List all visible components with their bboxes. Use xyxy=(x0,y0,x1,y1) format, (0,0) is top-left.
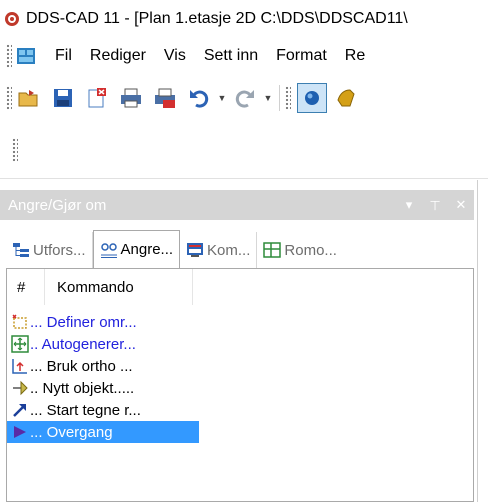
list-item-text: ... Definer omr... xyxy=(30,313,137,331)
tab-label: Romo... xyxy=(284,241,337,259)
menu-sett-inn[interactable]: Sett inn xyxy=(195,47,267,65)
open-button[interactable] xyxy=(14,83,44,113)
hand-button[interactable] xyxy=(331,83,361,113)
list-item-text: ... Bruk ortho ... xyxy=(30,357,133,375)
tab-label: Angre... xyxy=(120,241,174,258)
hand-icon xyxy=(337,89,355,107)
window-title: DDS-CAD 11 - [Plan 1.etasje 2D C:\DDS\DD… xyxy=(26,10,408,27)
pane-header: Angre/Gjør om ▾ ⊥ ✕ xyxy=(0,190,474,220)
undo-list-icon xyxy=(100,242,117,258)
start-draw-icon xyxy=(13,404,26,417)
toolbar-separator xyxy=(279,85,280,111)
tab-angre[interactable]: Angre... xyxy=(92,230,181,268)
print-icon xyxy=(121,88,141,108)
new-icon xyxy=(88,88,106,108)
list-item-text: .. Nytt objekt..... xyxy=(30,379,135,397)
explorer-icon xyxy=(13,243,29,257)
menu-fil[interactable]: Fil xyxy=(46,47,81,65)
pdf-icon xyxy=(155,88,175,108)
menu-format[interactable]: Format xyxy=(267,47,336,65)
app-logo-icon xyxy=(5,12,19,26)
list-item[interactable]: ... Bruk ortho ... xyxy=(7,355,473,377)
pdf-button[interactable] xyxy=(150,83,180,113)
tab-kommando[interactable]: Kom... xyxy=(180,232,258,268)
menu-bar: Fil Rediger Vis Sett inn Format Re xyxy=(0,38,488,74)
list-item-text: ... Start tegne r... xyxy=(30,401,141,419)
main-toolbar: ▼ ▼ xyxy=(0,74,488,122)
view-icon xyxy=(305,91,319,105)
new-object-icon xyxy=(13,380,28,396)
ortho-icon xyxy=(12,359,27,374)
undo-icon xyxy=(190,90,209,108)
pane-tabs: Utfors... Angre... Kom... Romo... xyxy=(0,228,474,268)
print-button[interactable] xyxy=(116,83,146,113)
document-system-icon[interactable] xyxy=(16,46,36,66)
open-icon xyxy=(18,90,38,107)
redo-dropdown-icon[interactable]: ▼ xyxy=(262,83,274,113)
column-header-hash[interactable]: # xyxy=(7,269,45,305)
tab-romoversikt[interactable]: Romo... xyxy=(257,232,343,268)
command-rows: ... Definer omr... .. Autogenerer... ...… xyxy=(7,311,473,443)
list-item[interactable]: ... Definer omr... xyxy=(7,311,473,333)
redo-icon xyxy=(235,90,254,108)
save-button[interactable] xyxy=(48,83,78,113)
pane-options-icon[interactable]: ▾ xyxy=(396,197,422,213)
pin-icon[interactable]: ⊥ xyxy=(422,197,448,213)
undo-button[interactable] xyxy=(184,83,214,113)
secondary-toolbar xyxy=(0,128,488,172)
autogenerate-icon xyxy=(11,335,29,353)
toolbar2-grip[interactable] xyxy=(12,138,18,162)
redo-button[interactable] xyxy=(230,83,260,113)
menu-re[interactable]: Re xyxy=(336,47,374,65)
list-item-text: ... Overgang xyxy=(30,423,113,441)
undo-dropdown-icon[interactable]: ▼ xyxy=(216,83,228,113)
room-icon xyxy=(263,242,282,258)
list-header: # Kommando xyxy=(7,269,473,305)
define-area-icon xyxy=(12,314,27,329)
menu-vis[interactable]: Vis xyxy=(155,47,195,65)
close-icon[interactable]: ✕ xyxy=(448,197,474,213)
new-button[interactable] xyxy=(82,83,112,113)
app-window: DDS-CAD 11 - [Plan 1.etasje 2D C:\DDS\DD… xyxy=(0,0,488,502)
list-item[interactable]: .. Nytt objekt..... xyxy=(7,377,473,399)
list-item[interactable]: ... Start tegne r... xyxy=(7,399,473,421)
list-item[interactable]: .. Autogenerer... xyxy=(7,333,473,355)
command-list: # Kommando ... Definer omr... .. Autogen… xyxy=(6,268,474,502)
transition-icon xyxy=(14,426,26,438)
undo-redo-pane: Angre/Gjør om ▾ ⊥ ✕ Utfors... Angre... K… xyxy=(0,180,478,502)
list-item-text: .. Autogenerer... xyxy=(30,335,136,353)
save-icon xyxy=(54,89,72,107)
dock-divider xyxy=(0,178,488,179)
menubar-grip[interactable] xyxy=(6,44,12,68)
list-item-selected[interactable]: ... Overgang xyxy=(7,421,199,443)
menu-rediger[interactable]: Rediger xyxy=(81,47,155,65)
tab-label: Kom... xyxy=(207,241,251,259)
title-bar: DDS-CAD 11 - [Plan 1.etasje 2D C:\DDS\DD… xyxy=(0,0,488,38)
column-header-command[interactable]: Kommando xyxy=(45,269,193,305)
toolbar-grip[interactable] xyxy=(6,86,12,110)
tab-utforsker[interactable]: Utfors... xyxy=(6,232,93,268)
pane-title: Angre/Gjør om xyxy=(8,196,107,214)
tab-label: Utfors... xyxy=(33,241,86,259)
toolbar-grip-2[interactable] xyxy=(285,86,291,110)
view-button[interactable] xyxy=(297,83,327,113)
command-icon xyxy=(187,243,204,257)
